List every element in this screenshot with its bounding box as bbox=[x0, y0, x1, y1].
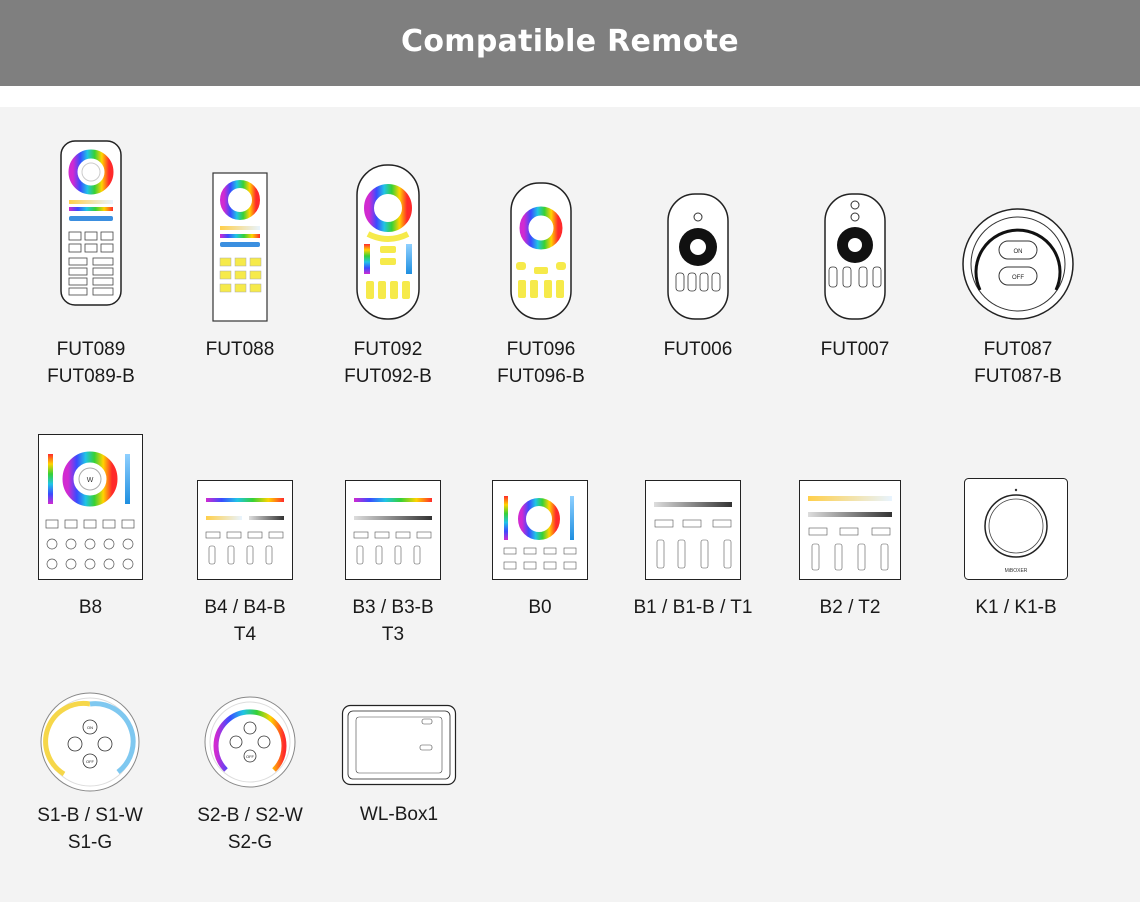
remote-fut092[interactable]: FUT092 FUT092-B bbox=[344, 164, 432, 387]
label-line: FUT087-B bbox=[974, 366, 1062, 387]
remote-b0[interactable]: B0 bbox=[492, 480, 588, 618]
k1-brand-text: MiBOXER bbox=[1005, 568, 1028, 574]
remote-fut089[interactable]: FUT089 FUT089-B bbox=[47, 140, 135, 387]
fut092-remote-icon bbox=[356, 164, 420, 320]
label-line: S2-G bbox=[227, 832, 273, 853]
b2-panel-icon bbox=[799, 480, 901, 580]
b3-panel-icon bbox=[345, 480, 441, 580]
label-line: S1-B / S1-W bbox=[37, 805, 143, 826]
label-line: FUT007 bbox=[820, 339, 890, 360]
page-title: Compatible Remote bbox=[401, 24, 739, 59]
label-line: T3 bbox=[381, 624, 405, 645]
fut006-remote-icon bbox=[667, 193, 729, 320]
label-line: FUT089-B bbox=[47, 366, 135, 387]
page-header: Compatible Remote bbox=[0, 0, 1140, 86]
header-divider-strip bbox=[0, 86, 1140, 107]
s2-off-text: OFF bbox=[246, 754, 255, 759]
k1-panel-icon: MiBOXER bbox=[964, 478, 1068, 580]
wl-box1-icon bbox=[341, 704, 457, 786]
b8-label: B8 bbox=[0, 594, 183, 621]
b0-label: B0 bbox=[452, 594, 628, 621]
remote-fut087[interactable]: ON OFF FUT087 FUT087-B bbox=[962, 208, 1074, 387]
b8-w-text: W bbox=[87, 477, 94, 484]
remote-b1[interactable]: B1 / B1-B / T1 bbox=[634, 480, 752, 618]
fut007-remote-icon bbox=[824, 193, 886, 320]
remote-fut006[interactable]: FUT006 bbox=[664, 193, 732, 360]
b8-panel-icon: W bbox=[38, 434, 143, 580]
fut096-remote-icon bbox=[510, 182, 572, 320]
fut089-label: FUT089 FUT089-B bbox=[20, 336, 162, 390]
k1-label: K1 / K1-B bbox=[924, 594, 1108, 621]
b0-panel-icon bbox=[492, 480, 588, 580]
s1-label: S1-B / S1-W S1-G bbox=[0, 802, 180, 856]
fut088-label: FUT088 bbox=[172, 336, 308, 363]
fut087-label: FUT087 FUT087-B bbox=[922, 336, 1114, 390]
fut096-label: FUT096 FUT096-B bbox=[470, 336, 612, 390]
b1-label: B1 / B1-B / T1 bbox=[605, 594, 781, 621]
remote-fut007[interactable]: FUT007 bbox=[821, 193, 889, 360]
fut087-remote-icon: ON OFF bbox=[962, 208, 1074, 320]
b2-label: B2 / T2 bbox=[759, 594, 941, 621]
remote-k1[interactable]: MiBOXER K1 / K1-B bbox=[964, 478, 1068, 618]
label-line: B8 bbox=[78, 597, 103, 618]
label-line: FUT096-B bbox=[497, 366, 585, 387]
label-line: S1-G bbox=[67, 832, 113, 853]
label-line: FUT092-B bbox=[344, 366, 432, 387]
label-line: B0 bbox=[528, 597, 552, 618]
fut089-remote-icon bbox=[60, 140, 122, 306]
s1-remote-icon: ON OFF bbox=[40, 692, 140, 792]
remote-b4[interactable]: B4 / B4-B T4 bbox=[197, 480, 293, 645]
label-line: WL-Box1 bbox=[359, 804, 439, 825]
remote-fut088[interactable]: FUT088 bbox=[206, 172, 274, 360]
s1-on-text: ON bbox=[87, 725, 93, 730]
label-line: FUT092 bbox=[353, 339, 423, 360]
remote-s2[interactable]: OFF S2-B / S2-W S2-G bbox=[197, 696, 303, 853]
label-line: FUT006 bbox=[663, 339, 733, 360]
wl-box1-label: WL-Box1 bbox=[302, 801, 496, 828]
label-line: FUT088 bbox=[205, 339, 275, 360]
fut006-label: FUT006 bbox=[627, 336, 769, 363]
label-line: B1 / B1-B / T1 bbox=[633, 597, 753, 618]
fut007-label: FUT007 bbox=[784, 336, 926, 363]
label-line: B2 / T2 bbox=[819, 597, 881, 618]
remote-s1[interactable]: ON OFF S1-B / S1-W S1-G bbox=[37, 692, 143, 853]
remote-b3[interactable]: B3 / B3-B T3 bbox=[345, 480, 441, 645]
remote-b8[interactable]: W B8 bbox=[38, 434, 143, 618]
fut087-off-text: OFF bbox=[1012, 275, 1024, 281]
b1-panel-icon bbox=[645, 480, 741, 580]
remote-b2[interactable]: B2 / T2 bbox=[799, 480, 901, 618]
fut087-on-text: ON bbox=[1014, 249, 1023, 255]
remote-wl-box1[interactable]: WL-Box1 bbox=[341, 704, 457, 825]
label-line: FUT089 bbox=[56, 339, 126, 360]
label-line: K1 / K1-B bbox=[975, 597, 1057, 618]
fut092-label: FUT092 FUT092-B bbox=[316, 336, 460, 390]
s1-off-text: OFF bbox=[86, 759, 95, 764]
label-line: FUT087 bbox=[983, 339, 1053, 360]
s2-remote-icon: OFF bbox=[204, 696, 296, 788]
remote-fut096[interactable]: FUT096 FUT096-B bbox=[497, 182, 585, 387]
label-line: FUT096 bbox=[506, 339, 576, 360]
b4-panel-icon bbox=[197, 480, 293, 580]
fut088-remote-icon bbox=[212, 172, 268, 322]
